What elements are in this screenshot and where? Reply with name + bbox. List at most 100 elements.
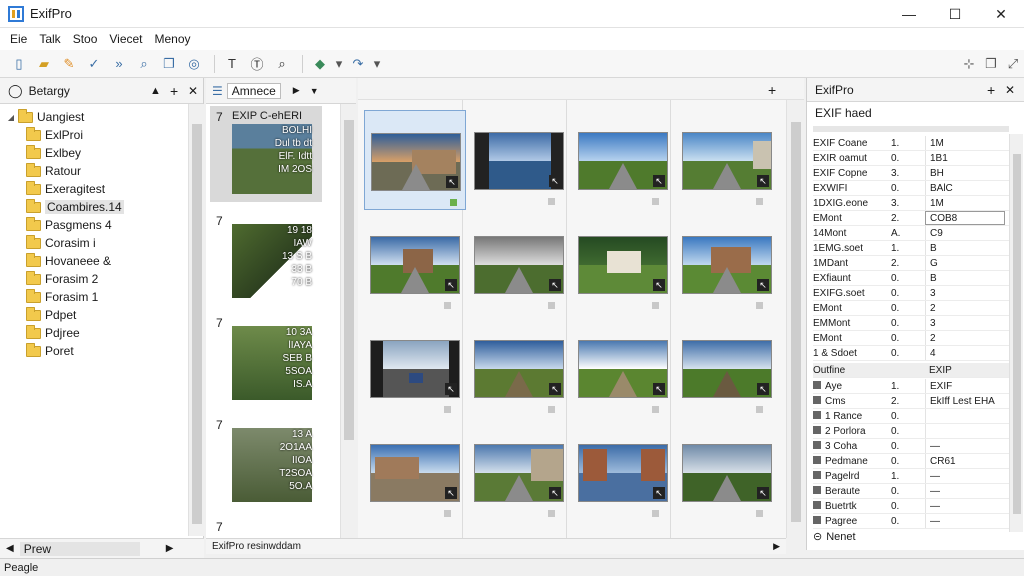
- exif-value[interactable]: EkIff Lest EHA: [925, 394, 1005, 408]
- exif-row[interactable]: EMont 2. COB8: [813, 211, 1013, 226]
- scroll-thumb[interactable]: [192, 124, 202, 524]
- exif-row[interactable]: EXWIFI 0. BAlC: [813, 181, 1013, 196]
- thumbnail-cell[interactable]: ↖: [364, 422, 466, 522]
- exif-value[interactable]: COB8: [925, 211, 1005, 225]
- exif-row[interactable]: Pagree 0. —: [813, 514, 1013, 529]
- close-panel-icon[interactable]: ✕: [1005, 83, 1015, 97]
- menu-view[interactable]: Viecet: [103, 32, 148, 46]
- pin-icon[interactable]: ⊹: [958, 53, 980, 75]
- exif-value[interactable]: C9: [925, 226, 1005, 240]
- dropdown-icon[interactable]: ▾: [372, 53, 382, 75]
- tree-item[interactable]: Poret: [24, 342, 74, 360]
- tree-item[interactable]: Exlbey: [24, 144, 81, 162]
- exif-row[interactable]: EXIR oamut 0. 1B1: [813, 151, 1013, 166]
- close-panel-icon[interactable]: ✕: [188, 84, 198, 98]
- checkbox-icon[interactable]: [444, 406, 451, 413]
- checkbox-icon[interactable]: [652, 406, 659, 413]
- exif-row[interactable]: 1 Rance 0.: [813, 409, 1013, 424]
- exif-value[interactable]: BAlC: [925, 181, 1005, 195]
- list-item[interactable]: 7 19 18 IAW 13 S B 33 B 70 B: [210, 210, 322, 306]
- checkbox-icon[interactable]: [548, 198, 555, 205]
- checkbox-icon[interactable]: [548, 406, 555, 413]
- exif-value[interactable]: [925, 409, 1005, 423]
- exif-value[interactable]: 1M: [925, 196, 1005, 210]
- exif-value[interactable]: 3: [925, 316, 1005, 330]
- collapse-icon[interactable]: ◢: [6, 113, 16, 122]
- checkbox-icon[interactable]: [444, 302, 451, 309]
- exif-value[interactable]: EXIF: [925, 379, 1005, 393]
- exif-row[interactable]: EXIF Copne 3. BH: [813, 166, 1013, 181]
- exif-value[interactable]: 4: [925, 346, 1005, 360]
- tree-scrollbar[interactable]: [188, 104, 204, 536]
- find-icon[interactable]: ⌕: [133, 53, 155, 75]
- exif-value[interactable]: B: [925, 271, 1005, 285]
- zoom-icon[interactable]: ◎: [183, 53, 205, 75]
- checkbox-icon[interactable]: [756, 198, 763, 205]
- exif-value[interactable]: 2: [925, 301, 1005, 315]
- thumbnail-cell-selected[interactable]: ↖: [364, 110, 466, 210]
- exif-row[interactable]: Pedmane 0. CR61: [813, 454, 1013, 469]
- menu-file[interactable]: Eie: [4, 32, 33, 46]
- thumbnail-cell[interactable]: ↖: [572, 318, 674, 418]
- preview-label[interactable]: Prew: [19, 541, 140, 556]
- exif-value[interactable]: 1B1: [925, 151, 1005, 165]
- menu-more[interactable]: Menoy: [149, 32, 197, 46]
- exif-row[interactable]: Buetrtk 0. —: [813, 499, 1013, 514]
- new-icon[interactable]: ▯: [8, 53, 30, 75]
- info-icon[interactable]: ⊝: [813, 530, 822, 543]
- checkbox-icon[interactable]: [756, 406, 763, 413]
- tree-item[interactable]: ◢ Uangiest: [6, 108, 84, 126]
- list-scrollbar[interactable]: [340, 104, 356, 538]
- checkbox-icon[interactable]: [652, 510, 659, 517]
- thumbnail-cell[interactable]: ↖: [676, 110, 778, 210]
- exif-row[interactable]: EMMont 0. 3: [813, 316, 1013, 331]
- tree-item[interactable]: ExlProi: [24, 126, 83, 144]
- check-icon[interactable]: ✓: [83, 53, 105, 75]
- tree-item[interactable]: Exeragitest: [24, 180, 105, 198]
- tree-item[interactable]: Pdjree: [24, 324, 80, 342]
- exif-row[interactable]: 1EMG.soet 1. B: [813, 241, 1013, 256]
- exif-value[interactable]: 1M: [925, 136, 1005, 150]
- exif-row[interactable]: 2 Porlora 0.: [813, 424, 1013, 439]
- scroll-thumb[interactable]: [791, 122, 801, 522]
- text-edit-icon[interactable]: Ⓣ: [246, 53, 268, 75]
- exif-row[interactable]: 1 & Sdoet 0. 4: [813, 346, 1013, 361]
- exif-value[interactable]: BH: [925, 166, 1005, 180]
- exif-value[interactable]: —: [925, 514, 1005, 528]
- checkbox-icon[interactable]: [652, 302, 659, 309]
- thumbnail-cell[interactable]: ↖: [468, 422, 570, 522]
- tree-item[interactable]: Forasim 1: [24, 288, 98, 306]
- checkbox-icon[interactable]: [652, 198, 659, 205]
- exif-row[interactable]: Beraute 0. —: [813, 484, 1013, 499]
- exif-value[interactable]: [925, 424, 1005, 438]
- scroll-right-icon[interactable]: ▶: [166, 543, 174, 554]
- edit-icon[interactable]: ✎: [58, 53, 80, 75]
- exif-row[interactable]: EXfiaunt 0. B: [813, 271, 1013, 286]
- exif-row[interactable]: Aye 1. EXIF: [813, 379, 1013, 394]
- next-icon[interactable]: ▶: [293, 85, 300, 96]
- exif-value[interactable]: B: [925, 241, 1005, 255]
- search-icon[interactable]: ◯: [8, 83, 23, 99]
- grid-scrollbar[interactable]: [786, 100, 804, 538]
- maximize-button[interactable]: ☐: [932, 0, 978, 28]
- exif-row[interactable]: 1DXIG.eone 3. 1M: [813, 196, 1013, 211]
- list-item[interactable]: 7 13 A 2O1AA IIOA T2SOA 5O.A: [210, 414, 322, 510]
- menu-tools[interactable]: Talk: [33, 32, 66, 46]
- exif-row[interactable]: EXIF Coane 1. 1M: [813, 136, 1013, 151]
- open-icon[interactable]: ▰: [33, 53, 55, 75]
- exif-row[interactable]: Pagelrd 1. —: [813, 469, 1013, 484]
- tree-item[interactable]: Corasim i: [24, 234, 96, 252]
- list-item[interactable]: 7 10 3A lIAYA SEB B 5SOA IS.A: [210, 312, 322, 408]
- fullscreen-icon[interactable]: ⤢: [1002, 53, 1024, 75]
- checkbox-icon[interactable]: [548, 302, 555, 309]
- menu-stop[interactable]: Stoo: [67, 32, 104, 46]
- thumbnail-cell[interactable]: ↖: [572, 110, 674, 210]
- thumbnail-cell[interactable]: ↖: [572, 422, 674, 522]
- scroll-thumb[interactable]: [344, 120, 354, 440]
- dropdown-icon[interactable]: ▾: [334, 53, 344, 75]
- thumbnail-cell[interactable]: ↖: [468, 214, 570, 314]
- exif-row[interactable]: 1MDant 2. G: [813, 256, 1013, 271]
- exif-value[interactable]: —: [925, 469, 1005, 483]
- exif-row[interactable]: EMont 0. 2: [813, 331, 1013, 346]
- checkbox-icon[interactable]: [444, 510, 451, 517]
